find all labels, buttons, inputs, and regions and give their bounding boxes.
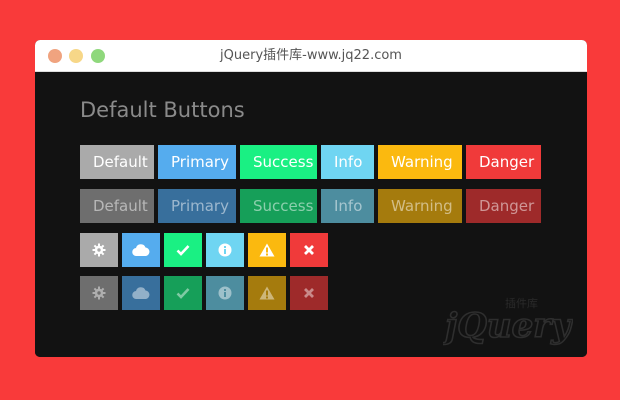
cloud-icon	[132, 287, 150, 299]
gear-button[interactable]	[80, 233, 118, 267]
close-button-disabled	[290, 276, 328, 310]
info-button[interactable]: Info	[321, 145, 374, 179]
cloud-icon	[132, 244, 150, 256]
default-button-disabled: Default	[80, 189, 154, 223]
default-button[interactable]: Default	[80, 145, 154, 179]
window-title: jQuery插件库-www.jq22.com	[220, 48, 402, 63]
check-button[interactable]	[164, 233, 202, 267]
disabled-buttons-row: Default Primary Success Info Warning Dan…	[80, 189, 541, 223]
info-icon	[218, 243, 232, 257]
danger-button[interactable]: Danger	[466, 145, 541, 179]
gear-icon	[92, 243, 106, 257]
disabled-icon-buttons-row	[80, 276, 328, 310]
warning-icon	[259, 286, 275, 300]
warning-button[interactable]: Warning	[378, 145, 462, 179]
gear-icon	[92, 286, 106, 300]
warning-triangle-button-disabled	[248, 276, 286, 310]
check-button-disabled	[164, 276, 202, 310]
jquery-watermark-logo: jQuery 插件库	[443, 296, 573, 347]
close-icon	[304, 245, 314, 255]
close-button[interactable]	[290, 233, 328, 267]
buttons-row: Default Primary Success Info Warning Dan…	[80, 145, 541, 179]
demo-content: Default Buttons Default Primary Success …	[35, 72, 587, 357]
watermark-subtext: 插件库	[505, 296, 538, 310]
check-icon	[176, 288, 190, 299]
window-titlebar: jQuery插件库-www.jq22.com	[35, 40, 587, 72]
primary-button[interactable]: Primary	[158, 145, 236, 179]
warning-icon	[259, 243, 275, 257]
warning-triangle-button[interactable]	[248, 233, 286, 267]
info-icon	[218, 286, 232, 300]
cloud-button-disabled	[122, 276, 160, 310]
info-circle-button-disabled	[206, 276, 244, 310]
info-button-disabled: Info	[321, 189, 374, 223]
gear-button-disabled	[80, 276, 118, 310]
watermark-text: jQuery	[443, 306, 573, 346]
icon-buttons-row	[80, 233, 328, 267]
danger-button-disabled: Danger	[466, 189, 541, 223]
warning-button-disabled: Warning	[378, 189, 462, 223]
success-button-disabled: Success	[240, 189, 317, 223]
cloud-button[interactable]	[122, 233, 160, 267]
primary-button-disabled: Primary	[158, 189, 236, 223]
browser-window: jQuery插件库-www.jq22.com Default Buttons D…	[35, 40, 587, 357]
page-title: Default Buttons	[80, 98, 245, 122]
success-button[interactable]: Success	[240, 145, 317, 179]
check-icon	[176, 245, 190, 256]
close-icon	[304, 288, 314, 298]
info-circle-button[interactable]	[206, 233, 244, 267]
